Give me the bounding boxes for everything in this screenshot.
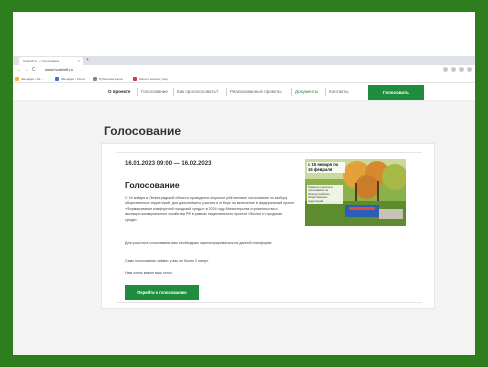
extension-icon[interactable] [443,67,448,72]
bookmark-item[interactable]: Публичная карта [93,76,123,82]
new-tab-icon[interactable]: + [86,57,89,64]
divider [116,302,422,303]
description-paragraph: С 16 января в Ленинградской области пров… [125,196,295,222]
nav-item-projects[interactable]: Реализованные проекты [230,89,282,95]
forward-arrow-icon[interactable]: → [24,67,29,73]
bookmarks-bar: Закладки • Ле... Закладки • Почта Публич… [13,75,475,83]
bookmark-icon [15,77,19,82]
promo-subtext: Примите участие в голосовании за благоус… [307,185,343,205]
extension-icon[interactable] [451,67,456,72]
nav-item-how-to-vote[interactable]: Как проголосовать? [177,89,218,95]
nav-item-documents[interactable]: Документы [295,89,318,95]
close-icon[interactable]: × [78,57,80,65]
back-arrow-icon[interactable]: ← [17,67,22,73]
page-title: Голосование [104,124,182,138]
duration-paragraph: Само голосование займет у вас не более 2… [125,259,209,263]
bookmark-item[interactable]: Магнит каталог улиц [133,76,168,82]
nav-divider [137,88,138,96]
browser-tab[interactable]: ivoteinff.ru — Голосование × [19,57,83,65]
url-field[interactable]: www.ivoteinff.ru [45,67,73,73]
tab-title: ivoteinff.ru — Голосование [23,59,60,63]
bookmark-icon [55,77,59,82]
reload-icon[interactable]: C [32,67,36,73]
importance-paragraph: Нам очень важен ваш голос. [125,271,173,275]
nav-item-about[interactable]: О проекте [108,89,130,95]
tab-bar: ivoteinff.ru — Голосование × + [13,56,475,65]
registration-paragraph: Для участия в голосовании вам необходимо… [125,241,273,245]
bookmark-item[interactable]: Закладки • Почта [55,76,85,82]
vote-button[interactable]: Голосовать [368,85,424,100]
promo-banner: с 16 января по 16 февраля Примите участи… [305,159,406,226]
site-navigation: О проекте Голосование Как проголосовать?… [13,84,475,101]
profile-icon[interactable] [459,67,464,72]
nav-item-contacts[interactable]: Контакты [329,89,348,95]
browser-window: ivoteinff.ru — Голосование × + ← → C www… [13,12,475,355]
bookmark-icon [93,77,97,82]
promo-headline: с 16 января по 16 февраля [307,162,345,174]
nav-divider [173,88,174,96]
nav-divider [226,88,227,96]
address-bar: ← → C www.ivoteinff.ru [13,65,475,75]
voting-card: 16.01.2023 09:00 — 16.02.2023 Голосовани… [101,143,435,309]
bookmark-icon [133,77,137,82]
nav-item-voting[interactable]: Голосование [141,89,168,95]
menu-icon[interactable] [467,67,472,72]
nav-divider [325,88,326,96]
voting-dates: 16.01.2023 09:00 — 16.02.2023 [125,161,212,167]
nav-divider [291,88,292,96]
bookmark-item[interactable]: Закладки • Ле... [15,76,43,82]
card-heading: Голосование [125,180,180,190]
divider [116,152,422,153]
go-to-voting-button[interactable]: Перейти к голосованию [125,285,199,300]
